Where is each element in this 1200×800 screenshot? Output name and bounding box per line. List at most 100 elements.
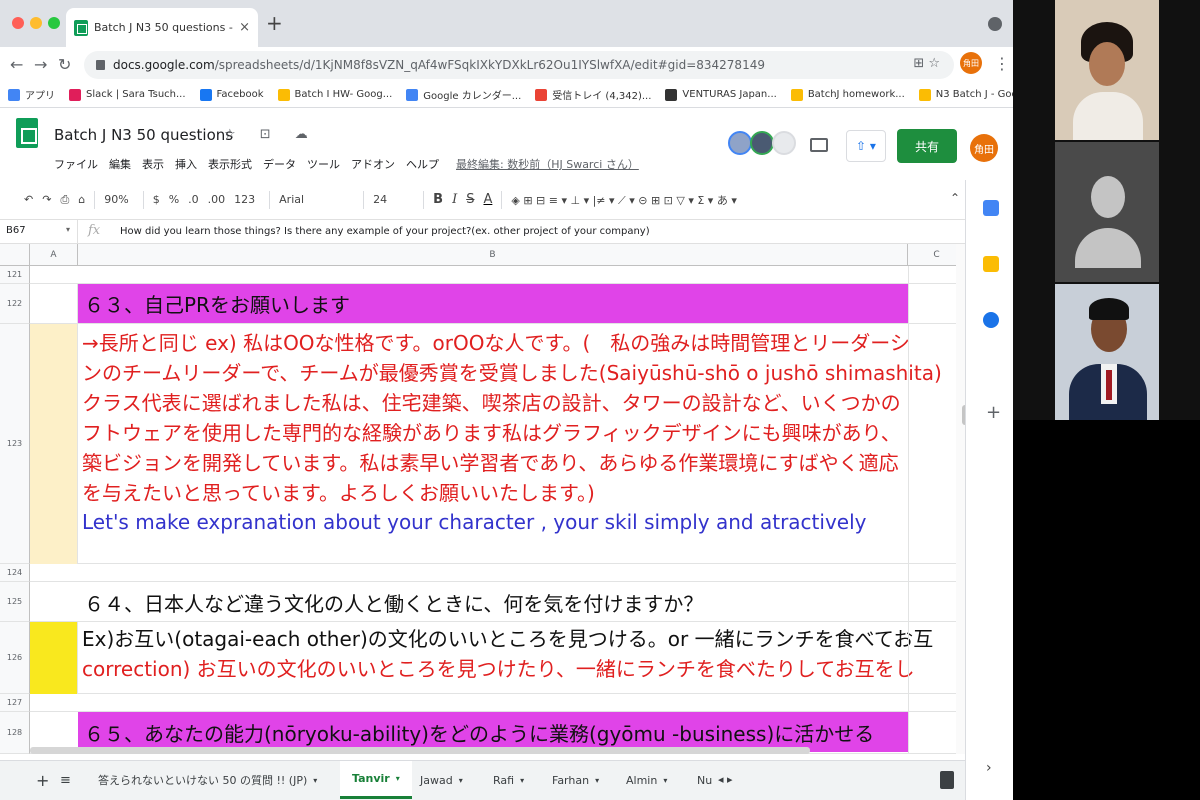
row-header[interactable]: 124 (0, 564, 30, 582)
undo-icon[interactable]: ↶ (24, 193, 33, 206)
user-avatar[interactable]: 角田 (970, 134, 998, 162)
minimize-window-button[interactable] (30, 17, 42, 29)
sheets-logo-icon[interactable] (16, 118, 38, 148)
sheet-nav-arrows[interactable]: ◂ ▸ (718, 773, 733, 786)
font-select[interactable]: Arial (279, 193, 349, 206)
column-header-b[interactable]: B (78, 244, 908, 266)
add-sheet-button[interactable]: + (36, 771, 49, 790)
horizontal-scrollbar[interactable] (30, 747, 810, 754)
all-sheets-button[interactable]: ≡ (60, 773, 71, 788)
video-tile-participant-3[interactable] (1055, 284, 1159, 420)
bookmark-item[interactable]: VENTURAS Japan... (665, 88, 777, 101)
url-input[interactable]: docs.google.com/spreadsheets/d/1KjNM8f8s… (84, 51, 954, 79)
vertical-scrollbar[interactable] (956, 244, 965, 754)
bookmark-item[interactable]: Batch I HW- Goog... (277, 88, 392, 101)
document-title[interactable]: Batch J N3 50 questions (54, 126, 233, 144)
select-all-corner[interactable] (0, 244, 30, 266)
chevron-down-icon[interactable]: ▾ (520, 776, 524, 785)
question-64-heading[interactable]: ６４、日本人など違う文化の人と働くときに、何を気を付けますか？ (78, 582, 908, 622)
spreadsheet-grid[interactable]: A B C 121 122 ６３、自己PRをお願いします 123 →長所と同じ … (0, 244, 965, 754)
redo-icon[interactable]: ↷ (42, 193, 51, 206)
share-button[interactable]: 共有 (897, 129, 957, 163)
row-header[interactable]: 123 (0, 324, 30, 564)
video-tile-participant-1[interactable] (1055, 0, 1159, 140)
row-header[interactable]: 128 (0, 712, 30, 754)
sheet-tab[interactable]: Almin ▾ (616, 761, 677, 799)
text-color-button[interactable]: A (483, 192, 492, 207)
reload-icon[interactable]: ↻ (58, 55, 71, 74)
percent-format-button[interactable]: % (169, 193, 179, 206)
collaborator-avatar[interactable] (728, 131, 752, 155)
collapse-toolbar-icon[interactable]: ⌃ (950, 191, 960, 205)
tasks-icon[interactable] (983, 312, 999, 328)
menu-item[interactable]: データ (263, 156, 296, 172)
collaborator-avatar[interactable] (750, 131, 774, 155)
keep-icon[interactable] (983, 256, 999, 272)
toolbar-more-icons[interactable]: ◈ ⊞ ⊟ ≡ ▾ ⊥ ▾ |≠ ▾ ⟋ ▾ ⊝ ⊞ ⊡ ▽ ▾ Σ ▾ あ ▾ (511, 192, 736, 208)
menu-item[interactable]: 表示形式 (208, 156, 252, 172)
sheet-tab[interactable]: Jawad ▾ (410, 761, 473, 799)
menu-item[interactable]: 挿入 (175, 156, 197, 172)
bookmark-star-icon[interactable]: ⊞ ☆ (913, 56, 940, 71)
sheet-tab[interactable]: 答えられないといけない 50 の質問 !! (JP) ▾ (88, 761, 327, 799)
bold-button[interactable]: B (433, 192, 443, 207)
chevron-down-icon[interactable]: ▾ (396, 774, 400, 783)
increase-decimal-button[interactable]: .00 (208, 193, 226, 206)
explore-icon[interactable] (940, 771, 954, 789)
cell-a123[interactable] (30, 324, 78, 564)
comment-history-icon[interactable] (810, 138, 828, 152)
new-tab-button[interactable]: + (266, 13, 283, 33)
chevron-down-icon[interactable]: ▾ (595, 776, 599, 785)
sheet-tab[interactable]: Farhan ▾ (542, 761, 609, 799)
bookmark-item[interactable]: Slack | Sara Tsuch... (69, 88, 186, 101)
print-icon[interactable]: ⎙ (60, 193, 69, 207)
tab-close-icon[interactable]: × (239, 20, 250, 35)
menu-item[interactable]: 表示 (142, 156, 164, 172)
column-header-a[interactable]: A (30, 244, 78, 266)
bookmark-item[interactable]: Google カレンダー... (406, 87, 521, 102)
bookmark-item[interactable]: 受信トレイ (4,342)... (535, 87, 651, 102)
row-header[interactable]: 125 (0, 582, 30, 622)
bookmark-item[interactable]: BatchJ homework... (790, 88, 905, 101)
currency-format-button[interactable]: $ (153, 193, 160, 206)
zoom-select[interactable]: 90% (104, 193, 128, 206)
decrease-decimal-button[interactable]: .0 (188, 193, 199, 206)
font-size-select[interactable]: 24 (373, 193, 409, 206)
strikethrough-button[interactable]: S (466, 192, 474, 207)
answer-64-cell[interactable]: Ex)お互い(otagai-each other)の文化のいいところを見つける。… (78, 624, 933, 694)
browser-menu-icon[interactable]: ⋮ (994, 54, 1010, 73)
chevron-down-icon[interactable]: ▾ (663, 776, 667, 785)
answer-63-cell[interactable]: →長所と同じ ex) 私はOOな性格です。orOOな人です。( 私の強みは時間管… (78, 328, 942, 564)
row-header[interactable]: 122 (0, 284, 30, 324)
bookmark-item[interactable]: Facebook (199, 88, 264, 101)
record-icon[interactable] (988, 17, 1002, 31)
formula-input[interactable]: How did you learn those things? Is there… (120, 226, 650, 237)
sheet-tab[interactable]: Tanvir ▾ (340, 761, 412, 799)
menu-item[interactable]: ツール (307, 156, 340, 172)
collaborator-avatars[interactable] (728, 131, 798, 157)
menu-item[interactable]: ファイル (54, 156, 98, 172)
cell-a122[interactable] (30, 284, 78, 324)
get-addons-icon[interactable]: + (986, 402, 1001, 423)
cell-a126[interactable] (30, 622, 78, 694)
sheet-tab[interactable]: Rafi ▾ (483, 761, 534, 799)
forward-icon[interactable]: → (34, 55, 47, 74)
menu-item[interactable]: ヘルプ (406, 156, 439, 172)
browser-profile-avatar[interactable]: 角田 (960, 52, 982, 74)
calendar-icon[interactable] (983, 200, 999, 216)
row-header[interactable]: 127 (0, 694, 30, 712)
paint-format-icon[interactable]: ⌂ (78, 193, 85, 206)
menu-item[interactable]: アドオン (351, 156, 395, 172)
row-header[interactable]: 126 (0, 622, 30, 694)
present-button[interactable]: ⇧ ▾ (846, 130, 886, 162)
row-header[interactable]: 121 (0, 266, 30, 284)
close-window-button[interactable] (12, 17, 24, 29)
hide-side-panel-icon[interactable]: › (986, 760, 992, 776)
menu-item[interactable]: 編集 (109, 156, 131, 172)
back-icon[interactable]: ← (10, 55, 23, 74)
star-icon[interactable]: ☆ ⊡ ☁ (224, 127, 318, 142)
question-65-heading[interactable]: ６５、あなたの能力(nōryoku-ability)をどのように業務(gyōmu… (78, 712, 908, 752)
chevron-down-icon[interactable]: ▾ (66, 225, 70, 234)
more-formats-select[interactable]: 123 (234, 193, 255, 206)
bookmark-item[interactable]: アプリ (8, 87, 55, 102)
